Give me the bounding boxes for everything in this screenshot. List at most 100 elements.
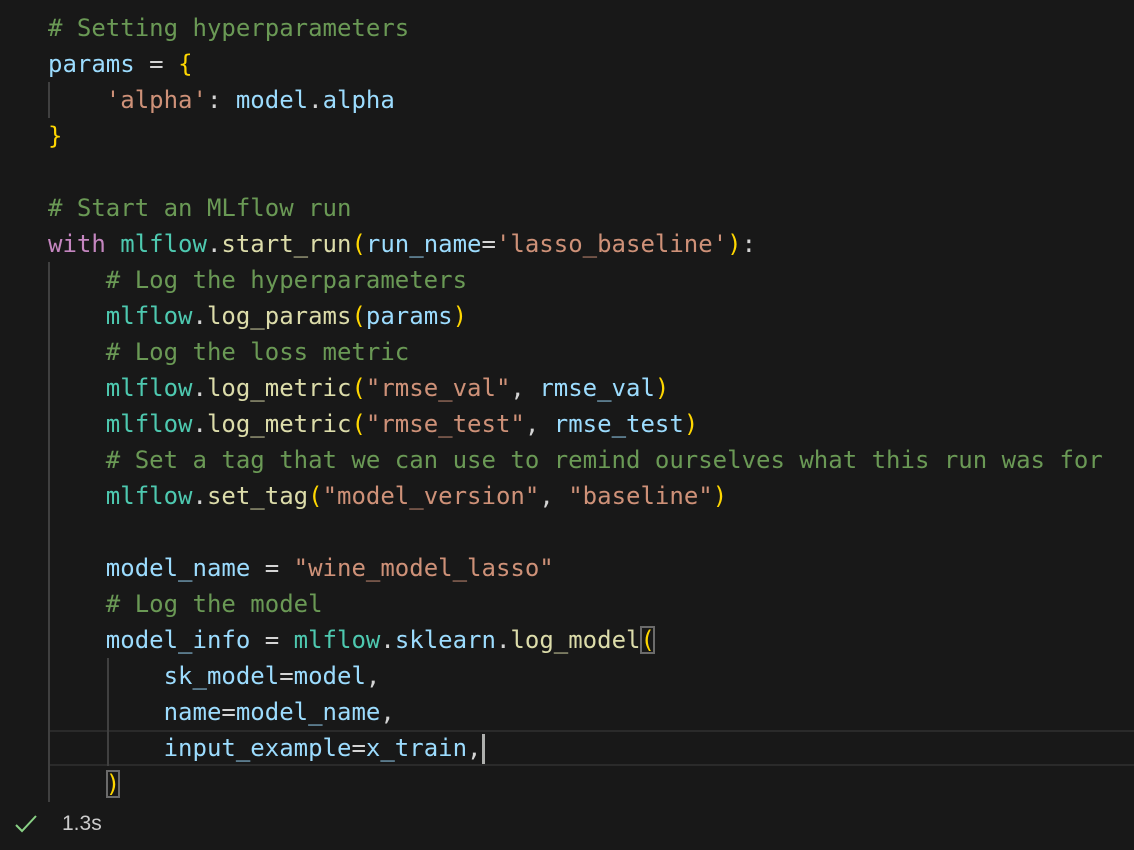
code-line[interactable]: mlflow.log_metric("rmse_test", rmse_test… (48, 406, 1134, 442)
code-token: # Start an MLflow run (48, 194, 352, 222)
code-token: mlflow (105, 302, 193, 330)
code-token: = (279, 662, 294, 690)
code-token: model_info (105, 626, 251, 654)
code-line[interactable]: # Set a tag that we can use to remind ou… (48, 442, 1134, 478)
code-token: = (351, 734, 366, 762)
code-token: . (206, 230, 222, 258)
code-line[interactable]: # Log the model (48, 586, 1134, 622)
code-token: ) (105, 770, 121, 798)
code-token: model (235, 86, 309, 114)
code-token: # Setting hyperparameters (48, 14, 410, 42)
cell-status: 1.3s (14, 812, 102, 836)
code-line[interactable]: model_info = mlflow.sklearn.log_model( (48, 622, 1134, 658)
code-token: # Set a tag that we can use to remind ou… (105, 446, 1103, 474)
code-token: mlflow (120, 230, 207, 258)
code-token: "model_version" (322, 482, 540, 510)
code-token: "rmse_test" (365, 410, 525, 438)
code-token: : (206, 86, 236, 114)
code-token: with (48, 230, 106, 258)
code-line[interactable]: mlflow.log_params(params) (48, 298, 1134, 334)
code-token: . (380, 626, 395, 654)
code-line[interactable]: ) (48, 766, 1134, 802)
code-token: ) (452, 302, 468, 330)
code-token: ( (351, 230, 366, 258)
code-token: ( (640, 626, 655, 654)
code-editor[interactable]: # Setting hyperparameters params = { 'alp… (48, 10, 1134, 802)
code-line[interactable]: params = { (48, 46, 1134, 82)
code-token: "baseline" (568, 482, 713, 510)
code-token: model (293, 662, 366, 690)
code-token: # Log the model (105, 590, 323, 618)
code-token: = (134, 50, 179, 78)
code-token: input_example (163, 734, 352, 762)
code-line[interactable]: with mlflow.start_run(run_name='lasso_ba… (48, 226, 1134, 262)
code-token: , (524, 410, 554, 438)
code-token: = (250, 626, 294, 654)
code-token: 'lasso_baseline' (495, 230, 728, 258)
code-token: ) (712, 482, 728, 510)
code-token: alpha (322, 86, 395, 114)
code-line[interactable]: model_name = "wine_model_lasso" (48, 550, 1134, 586)
code-token: , (365, 662, 381, 690)
code-line[interactable]: # Start an MLflow run (48, 190, 1134, 226)
code-token: . (192, 482, 207, 510)
code-token: "wine_model_lasso" (293, 554, 554, 582)
code-token: , (510, 374, 540, 402)
check-icon (15, 815, 37, 833)
code-token: . (192, 410, 207, 438)
code-token: model_name (235, 698, 381, 726)
code-token: start_run (221, 230, 352, 258)
code-token: = (481, 230, 496, 258)
code-line[interactable] (48, 154, 1134, 190)
code-token: mlflow (105, 482, 193, 510)
code-token: = (221, 698, 236, 726)
code-line[interactable]: sk_model=model, (48, 658, 1134, 694)
code-token: mlflow (105, 410, 193, 438)
code-token: . (192, 302, 207, 330)
code-token: set_tag (206, 482, 309, 510)
code-token: sk_model (163, 662, 280, 690)
code-line[interactable]: mlflow.log_metric("rmse_val", rmse_val) (48, 370, 1134, 406)
code-token: } (48, 122, 63, 150)
code-token: rmse_val (539, 374, 655, 402)
text-cursor (481, 734, 485, 764)
code-line[interactable]: 'alpha': model.alpha (48, 82, 1134, 118)
code-token: mlflow (293, 626, 381, 654)
code-token: 'alpha' (105, 86, 207, 114)
code-token: ( (351, 302, 366, 330)
code-token: mlflow (105, 374, 193, 402)
code-token: , (467, 734, 482, 762)
code-line[interactable]: # Log the loss metric (48, 334, 1134, 370)
code-token: x_train (365, 734, 468, 762)
code-line[interactable]: # Setting hyperparameters (48, 10, 1134, 46)
code-token: , (539, 482, 569, 510)
code-line[interactable] (48, 514, 1134, 550)
code-token: log_params (206, 302, 352, 330)
code-line[interactable]: input_example=x_train, (48, 730, 1134, 766)
code-token: . (495, 626, 511, 654)
code-line[interactable]: # Log the hyperparameters (48, 262, 1134, 298)
code-token: . (192, 374, 207, 402)
code-token: "rmse_val" (365, 374, 511, 402)
code-line[interactable]: mlflow.set_tag("model_version", "baselin… (48, 478, 1134, 514)
code-token: run_name (365, 230, 482, 258)
code-line[interactable]: name=model_name, (48, 694, 1134, 730)
code-token: # Log the loss metric (105, 338, 410, 366)
code-token: ( (351, 410, 366, 438)
code-line[interactable]: } (48, 118, 1134, 154)
code-token: : (741, 230, 757, 258)
